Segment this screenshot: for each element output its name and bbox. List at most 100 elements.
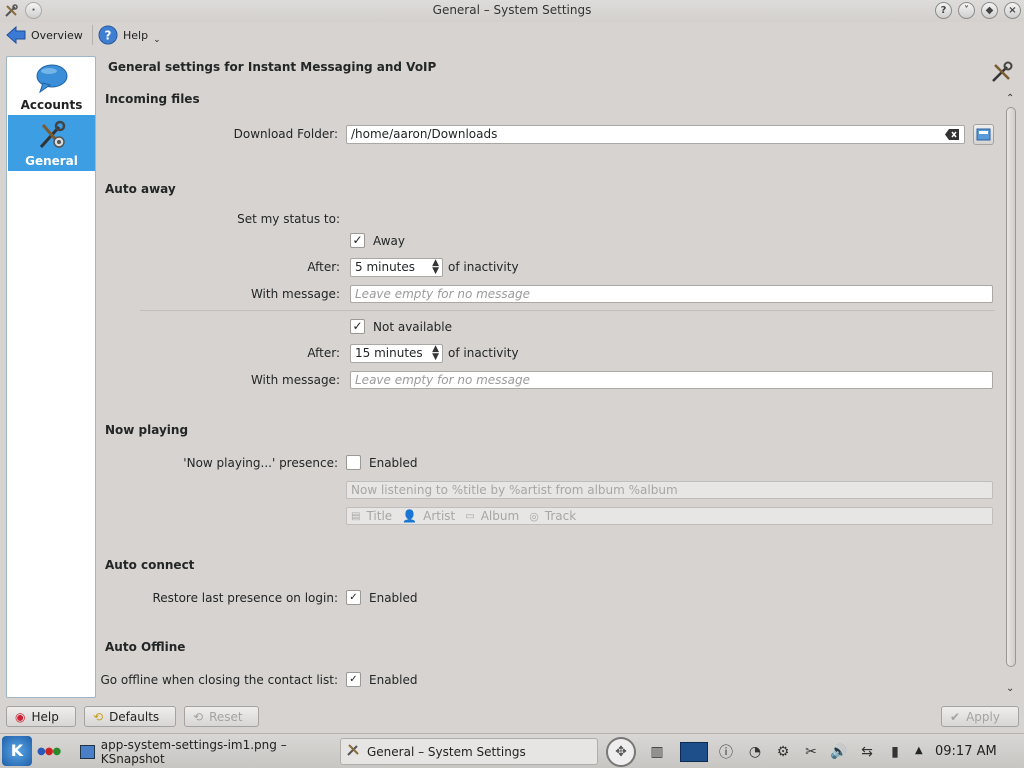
toolbar: Overview ? Help ⌄ (0, 22, 1024, 48)
defaults-icon: ⟲ (93, 709, 104, 724)
now-playing-format-placeholder: Now listening to %title by %artist from … (351, 483, 678, 497)
defaults-button-label: Defaults (109, 709, 160, 724)
now-playing-enabled-label[interactable]: Enabled (369, 456, 418, 470)
clear-text-icon[interactable] (944, 128, 960, 144)
away-after-label: After: (307, 260, 340, 274)
chat-bubble-icon (36, 64, 68, 93)
away-after-spinbox[interactable]: 5 minutes ▲ ▼ (350, 258, 443, 277)
restore-presence-label: Restore last presence on login: (152, 591, 338, 605)
tag-album[interactable]: Album (481, 509, 519, 523)
settings-panel: General settings for Instant Messaging a… (100, 56, 1020, 698)
help-lifebuoy-icon: ◉ (15, 709, 26, 724)
tag-artist[interactable]: Artist (423, 509, 455, 523)
away-checkbox[interactable]: ✓ (350, 233, 365, 248)
not-available-after-label: After: (307, 346, 340, 360)
configure-tools-icon[interactable] (990, 60, 1014, 87)
scroll-down-icon[interactable]: ⌄ (1006, 683, 1014, 694)
task-label: General – System Settings (367, 744, 526, 759)
screen-preview-icon[interactable] (680, 742, 708, 762)
album-tag-icon: ▭ (465, 510, 475, 522)
set-status-label: Set my status to: (237, 212, 340, 226)
activity-dots-icon[interactable]: ●●● (37, 746, 61, 757)
system-settings-icon (345, 742, 361, 761)
page-title: General settings for Instant Messaging a… (108, 60, 437, 74)
title-bar: · General – System Settings ? ˅ ◆ × (0, 0, 1024, 22)
help-icon: ? (98, 25, 118, 45)
tray-expand-icon[interactable]: ▲ (915, 745, 923, 756)
section-incoming-files: Incoming files (105, 92, 200, 106)
battery-icon[interactable]: ▮ (885, 742, 905, 762)
away-message-label: With message: (250, 287, 340, 301)
sidebar-item-accounts[interactable]: Accounts (8, 59, 95, 115)
taskbar: K ●●● app-system-settings-im1.png – KSna… (0, 733, 1024, 768)
now-playing-checkbox[interactable]: ✓ (346, 455, 361, 470)
close-button[interactable]: × (1004, 2, 1021, 19)
now-playing-format-input[interactable]: Now listening to %title by %artist from … (346, 481, 993, 499)
not-available-inactivity-label: of inactivity (448, 346, 519, 360)
not-available-message-placeholder: Leave empty for no message (355, 373, 531, 387)
desktop-pager-icon[interactable]: ✥ (606, 737, 636, 767)
not-available-message-label: With message: (250, 373, 340, 387)
reset-button[interactable]: ⟲ Reset (184, 706, 259, 727)
divider (140, 310, 995, 311)
settings-gear-icon[interactable]: ⚙ (773, 742, 793, 762)
clock[interactable]: 09:17 AM (935, 744, 997, 759)
task-ksnapshot[interactable]: app-system-settings-im1.png – KSnapshot (76, 737, 332, 766)
maximize-button[interactable]: ◆ (981, 2, 998, 19)
restore-presence-checkbox[interactable]: ✓ (346, 590, 361, 605)
sidebar-item-label: General (25, 154, 78, 168)
go-offline-enabled-label[interactable]: Enabled (369, 673, 418, 687)
download-folder-value: /home/aaron/Downloads (351, 127, 498, 141)
tag-track[interactable]: Track (545, 509, 576, 523)
reset-button-label: Reset (209, 709, 243, 724)
now-playing-tags-bar: ▤ Title 👤 Artist ▭ Album ◎ Track (346, 507, 993, 525)
not-available-after-spinbox[interactable]: 15 minutes ▲ ▼ (350, 344, 443, 363)
notifications-icon[interactable]: ⓘ (716, 742, 736, 762)
kde-menu-icon[interactable]: K (2, 736, 32, 766)
folder-icon (976, 128, 991, 141)
away-after-value: 5 minutes (355, 260, 416, 274)
not-available-message-input[interactable]: Leave empty for no message (350, 371, 993, 389)
sidebar-item-general[interactable]: General (8, 115, 95, 171)
minimize-button[interactable]: ˅ (958, 2, 975, 19)
sidebar-item-label: Accounts (20, 98, 83, 112)
defaults-button[interactable]: ⟲ Defaults (84, 706, 176, 727)
download-folder-input[interactable]: /home/aaron/Downloads (346, 125, 965, 144)
overview-label: Overview (31, 28, 83, 42)
task-system-settings[interactable]: General – System Settings (340, 738, 598, 765)
tools-icon (39, 120, 66, 149)
notes-icon[interactable]: ▥ (647, 742, 667, 762)
scroll-up-icon[interactable]: ⌃ (1006, 93, 1014, 104)
away-message-input[interactable]: Leave empty for no message (350, 285, 993, 303)
away-message-placeholder: Leave empty for no message (355, 287, 531, 301)
browse-folder-button[interactable] (973, 124, 994, 145)
away-checkbox-label[interactable]: Away (373, 234, 405, 248)
help-button[interactable]: ◉ Help (6, 706, 76, 727)
usb-device-icon[interactable]: ⇆ (857, 742, 877, 762)
help-button-label: Help (31, 709, 59, 724)
network-icon[interactable]: ◔ (745, 742, 765, 762)
volume-icon[interactable]: 🔊 (829, 742, 849, 762)
klipper-scissors-icon[interactable]: ✂ (801, 742, 821, 762)
help-window-button[interactable]: ? (935, 2, 952, 19)
section-auto-connect: Auto connect (105, 558, 195, 572)
vertical-scrollbar[interactable]: ⌃ ⌄ (1003, 93, 1019, 697)
tag-title[interactable]: Title (366, 509, 392, 523)
spin-arrows-icon[interactable]: ▲ ▼ (432, 259, 439, 276)
spin-arrows-icon[interactable]: ▲ ▼ (432, 345, 439, 362)
apply-checkmark-icon: ✔ (950, 709, 961, 724)
toolbar-separator (92, 25, 93, 45)
task-label: app-system-settings-im1.png – KSnapshot (100, 737, 287, 766)
window-title: General – System Settings (432, 3, 592, 17)
overview-button[interactable]: Overview (6, 24, 83, 46)
apply-button[interactable]: ✔ Apply (941, 706, 1019, 727)
reset-icon: ⟲ (193, 709, 204, 724)
track-tag-icon: ◎ (529, 509, 539, 523)
restore-presence-enabled-label[interactable]: Enabled (369, 591, 418, 605)
away-inactivity-label: of inactivity (448, 260, 519, 274)
scroll-thumb[interactable] (1006, 107, 1016, 667)
go-offline-checkbox[interactable]: ✓ (346, 672, 361, 687)
not-available-checkbox-label[interactable]: Not available (373, 320, 452, 334)
help-menu-button[interactable]: ? Help ⌄ (98, 24, 161, 46)
not-available-checkbox[interactable]: ✓ (350, 319, 365, 334)
